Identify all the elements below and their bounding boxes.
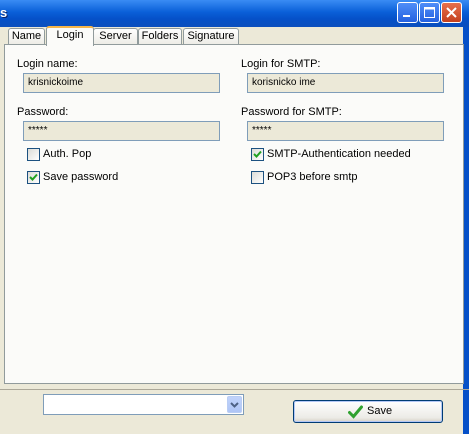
auth-pop-label: Auth. Pop xyxy=(43,148,92,160)
maximize-icon xyxy=(424,7,435,18)
smtp-password-label: Password for SMTP: xyxy=(241,106,342,118)
login-panel: Login name: krisnickoime Password: *****… xyxy=(4,44,464,384)
smtp-login-field[interactable]: korisnicko ime xyxy=(247,73,444,93)
pop3-before-smtp-checkbox[interactable] xyxy=(251,171,264,184)
tab-login[interactable]: Login xyxy=(46,26,94,46)
chevron-down-icon xyxy=(230,402,239,408)
minimize-button[interactable] xyxy=(397,2,418,23)
tab-folders[interactable]: Folders xyxy=(138,28,182,45)
minimize-icon xyxy=(403,15,410,17)
title-bar[interactable]: s xyxy=(0,0,469,27)
auth-pop-checkbox[interactable] xyxy=(27,148,40,161)
save-password-checkbox[interactable] xyxy=(27,171,40,184)
smtp-password-field[interactable]: ***** xyxy=(247,121,444,141)
close-button[interactable] xyxy=(441,2,462,23)
password-field[interactable]: ***** xyxy=(23,121,220,141)
window-title: s xyxy=(0,5,8,20)
close-icon xyxy=(446,7,457,18)
smtp-auth-checkbox[interactable] xyxy=(251,148,264,161)
checkmark-icon xyxy=(253,150,262,158)
checkmark-icon xyxy=(348,405,363,419)
tab-name[interactable]: Name xyxy=(8,28,45,45)
login-name-field[interactable]: krisnickoime xyxy=(23,73,220,93)
tab-signature[interactable]: Signature xyxy=(183,28,239,45)
checkmark-icon xyxy=(29,173,38,181)
maximize-button[interactable] xyxy=(419,2,440,23)
smtp-login-label: Login for SMTP: xyxy=(241,58,321,70)
smtp-auth-label: SMTP-Authentication needed xyxy=(267,148,411,160)
dropdown-button[interactable] xyxy=(227,396,242,413)
save-button[interactable]: Save xyxy=(293,400,443,423)
tab-server[interactable]: Server xyxy=(93,28,138,45)
password-label: Password: xyxy=(17,106,69,118)
footer-divider xyxy=(0,389,469,390)
account-select[interactable] xyxy=(43,394,244,415)
pop3-before-smtp-label: POP3 before smtp xyxy=(267,171,358,183)
save-password-label: Save password xyxy=(43,171,119,183)
save-button-label: Save xyxy=(367,405,393,417)
login-name-label: Login name: xyxy=(17,58,78,70)
